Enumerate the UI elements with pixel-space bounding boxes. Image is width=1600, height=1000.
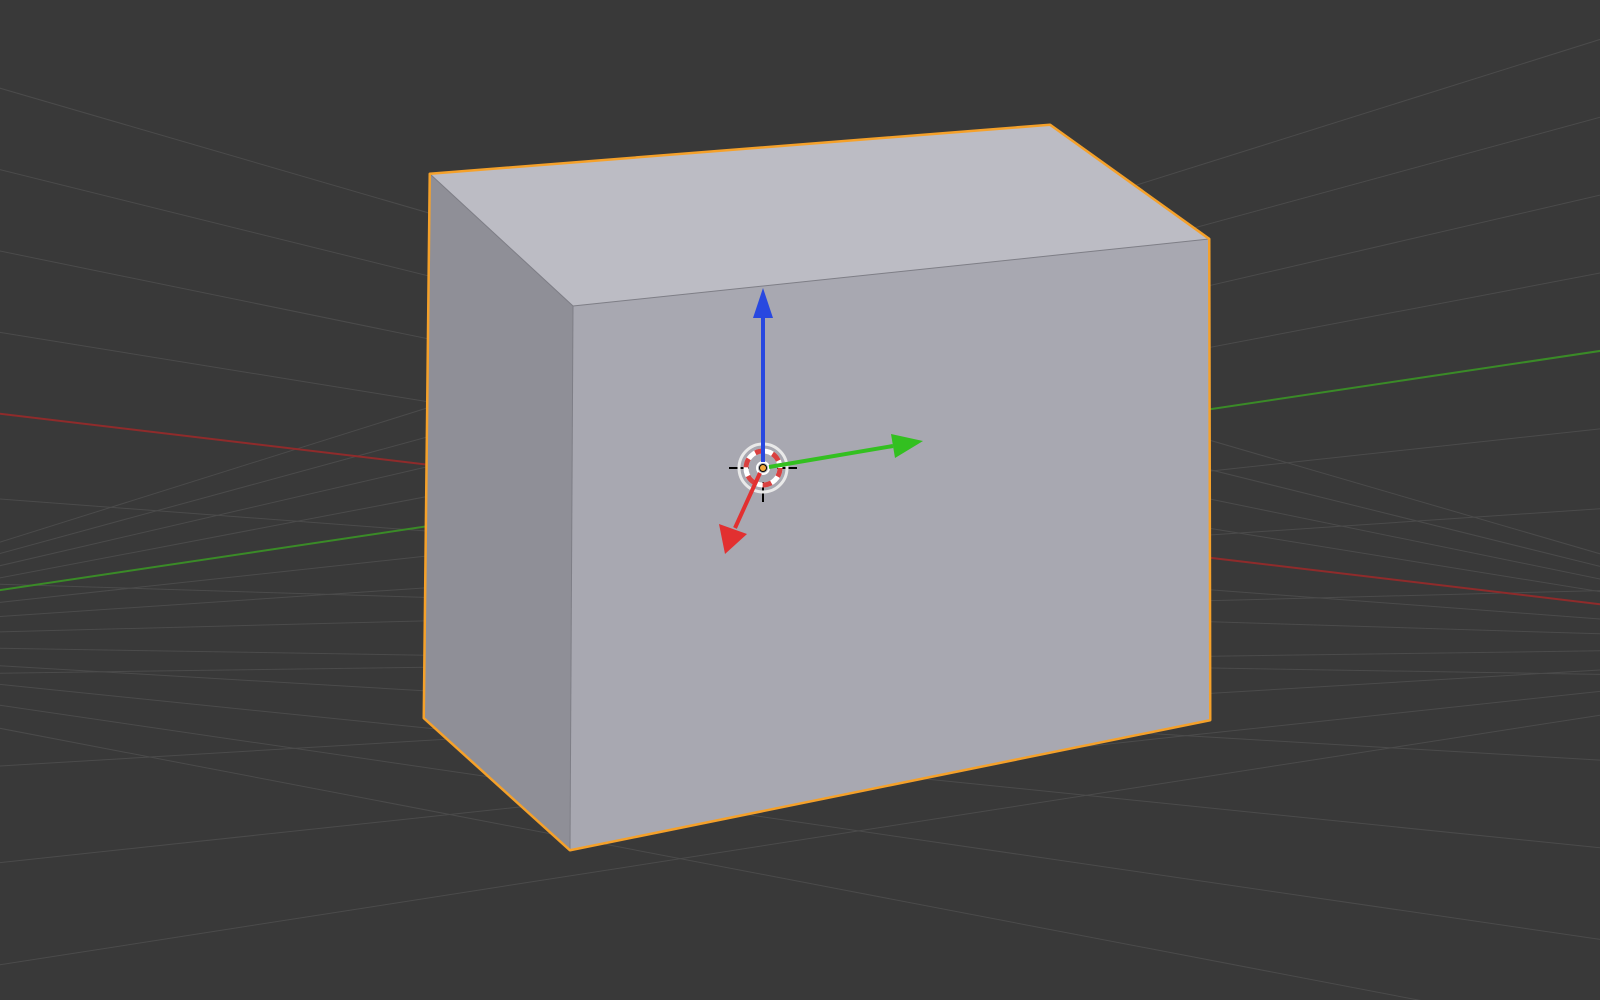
3d-viewport[interactable] [0, 0, 1600, 1000]
cube-mesh[interactable] [424, 125, 1210, 850]
gizmo-origin[interactable] [757, 462, 769, 474]
cube-face-front [570, 239, 1210, 850]
